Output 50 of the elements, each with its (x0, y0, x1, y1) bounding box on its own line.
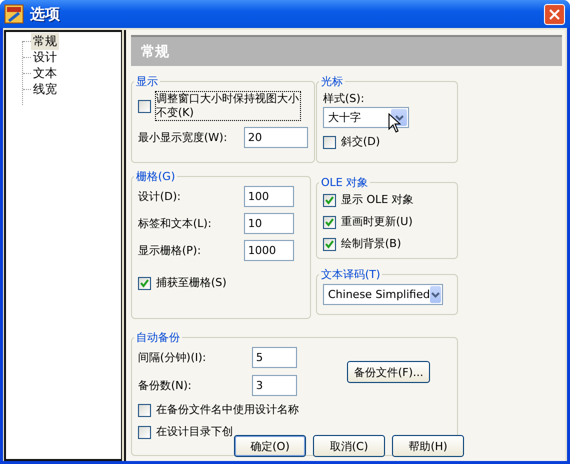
dialog-button[interactable]: 确定(O) (234, 435, 306, 457)
checkbox[interactable] (138, 276, 151, 290)
close-button[interactable] (544, 4, 565, 24)
tree-item[interactable]: 设计 (31, 48, 59, 66)
dialog-button[interactable]: 取消(C) (313, 435, 385, 457)
input-field[interactable]: 100 (244, 186, 294, 207)
checkbox[interactable] (138, 100, 151, 112)
checkbox[interactable] (323, 136, 336, 148)
checkbox-label: 重画时更新(U) (340, 214, 414, 230)
encoding-dropdown[interactable]: Chinese Simplified (323, 284, 443, 305)
close-icon (549, 8, 560, 20)
window-title: 选项 (30, 4, 61, 24)
checkbox[interactable] (323, 194, 336, 206)
field-label: 备份数(N): (138, 378, 193, 393)
dialog-button[interactable]: 帮助(H) (392, 435, 464, 457)
group-title: 栅格(G) (135, 169, 176, 184)
group-title: 光标 (320, 74, 344, 89)
checkbox-label: 斜交(D) (340, 134, 382, 150)
input-field[interactable]: 1000 (244, 240, 294, 261)
field-label: 样式(S): (323, 91, 366, 106)
tree-item[interactable]: 线宽 (31, 80, 59, 98)
checkbox[interactable] (323, 216, 336, 228)
page-header: 常规 (131, 35, 562, 66)
checkbox-label: 在备份文件名中使用设计名称 (155, 402, 300, 418)
checkbox-label: 在设计目录下创 (155, 424, 234, 440)
field-label: 标签和文本(L): (138, 216, 212, 231)
checkbox[interactable] (323, 238, 336, 250)
input-field[interactable]: 3 (252, 375, 297, 396)
field-label: 间隔(分钟)(I): (138, 350, 208, 365)
group-title: 自动备份 (135, 330, 181, 345)
checkbox-label: 捕获至栅格(S) (155, 275, 228, 291)
checkbox-label: 调整窗口大小时保持视图大小不变(K) (155, 91, 301, 121)
checkbox-label: 显示 OLE 对象 (340, 192, 415, 208)
backup-files-button[interactable]: 备份文件(F)... (347, 361, 430, 383)
group-title: OLE 对象 (320, 175, 370, 190)
app-logo-icon (4, 4, 24, 24)
checkbox[interactable] (138, 426, 151, 438)
field-label: 设计(D): (138, 189, 182, 204)
tree-item[interactable]: 常规 (31, 32, 59, 50)
input-field[interactable]: 10 (244, 213, 294, 234)
checkbox-label: 绘制背景(B) (340, 236, 402, 252)
mouse-cursor-icon (388, 113, 401, 133)
input-field[interactable]: 5 (252, 347, 297, 368)
field-label: 显示栅格(P): (138, 243, 202, 258)
tree-item[interactable]: 文本 (31, 64, 59, 82)
group-title: 显示 (135, 74, 159, 89)
field-label: 最小显示宽度(W): (138, 130, 228, 145)
input-field[interactable]: 20 (244, 127, 308, 148)
group-title: 文本译码(T) (320, 267, 382, 282)
checkbox[interactable] (138, 404, 151, 416)
